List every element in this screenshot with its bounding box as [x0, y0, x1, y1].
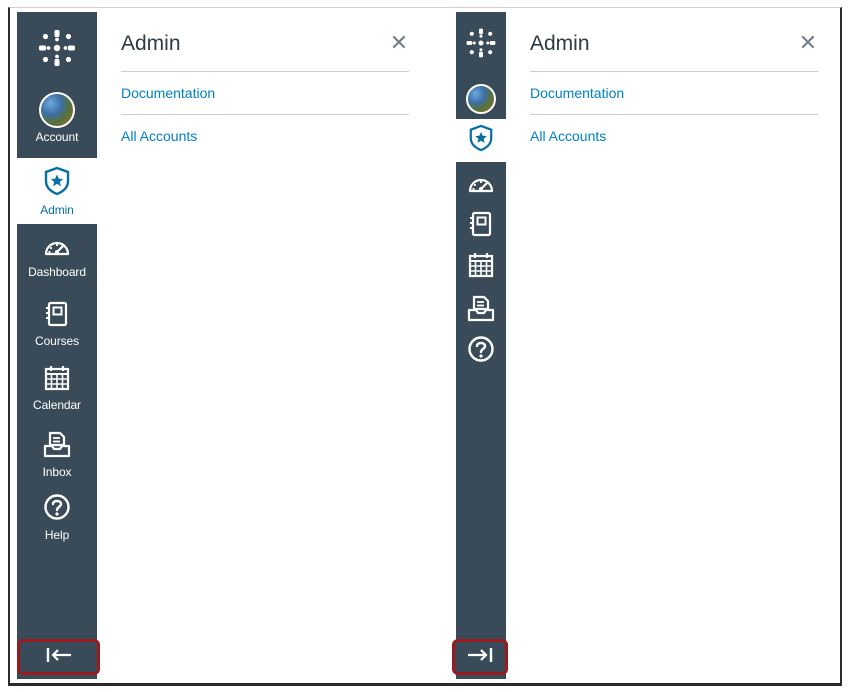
calendar-icon — [468, 252, 494, 283]
nav-item-account[interactable]: Account — [17, 92, 97, 158]
nav-item-help[interactable]: Help — [17, 493, 97, 555]
nav-label-calendar: Calendar — [33, 398, 81, 412]
all-accounts-link[interactable]: All Accounts — [121, 115, 409, 158]
avatar — [39, 92, 75, 128]
speedometer-icon — [43, 236, 71, 263]
nav-item-admin[interactable]: Admin — [17, 158, 97, 224]
tray-link-list: Documentation All Accounts — [121, 71, 409, 158]
speedometer-icon — [467, 173, 495, 200]
shield-star-icon — [43, 166, 71, 201]
expand-nav-button[interactable] — [452, 639, 508, 675]
nav-label-inbox: Inbox — [42, 465, 72, 479]
courses-book-icon — [468, 211, 494, 242]
close-icon[interactable]: ✕ — [798, 30, 818, 56]
tray-title: Admin — [530, 32, 590, 55]
nav-item-courses[interactable] — [456, 211, 506, 241]
courses-book-icon — [44, 301, 70, 332]
nav-item-inbox[interactable] — [456, 295, 506, 325]
global-nav-collapsed — [456, 12, 506, 679]
nav-item-help[interactable] — [456, 335, 506, 368]
nav-item-dashboard[interactable] — [456, 172, 506, 200]
tray-title: Admin — [121, 32, 181, 55]
documentation-link[interactable]: Documentation — [121, 72, 409, 115]
nav-label-admin: Admin — [40, 203, 74, 217]
help-question-icon — [467, 335, 495, 368]
inbox-icon — [43, 430, 71, 463]
global-nav-expanded: Account Admin Dashboard Courses Calendar… — [17, 12, 97, 679]
nav-item-courses[interactable]: Courses — [17, 301, 97, 363]
nav-item-calendar[interactable] — [456, 252, 506, 282]
collapse-arrow-icon — [45, 646, 73, 669]
nav-item-dashboard[interactable]: Dashboard — [17, 236, 97, 298]
nav-label-help: Help — [44, 528, 70, 542]
admin-tray: Admin ✕ Documentation All Accounts — [121, 28, 409, 158]
nav-label-courses: Courses — [35, 334, 79, 348]
canvas-logo-icon[interactable] — [17, 12, 97, 84]
calendar-icon — [44, 365, 70, 396]
nav-item-inbox[interactable]: Inbox — [17, 430, 97, 492]
collapse-nav-button[interactable] — [17, 639, 100, 675]
expand-arrow-icon — [466, 646, 494, 669]
avatar — [466, 84, 496, 114]
all-accounts-link[interactable]: All Accounts — [530, 115, 818, 158]
admin-tray: Admin ✕ Documentation All Accounts — [530, 28, 818, 158]
tray-link-list: Documentation All Accounts — [530, 71, 818, 158]
nav-item-account[interactable] — [456, 80, 506, 118]
shield-star-icon — [468, 124, 494, 157]
nav-label-account: Account — [35, 130, 79, 144]
close-icon[interactable]: ✕ — [389, 30, 409, 56]
inbox-icon — [467, 294, 495, 327]
documentation-link[interactable]: Documentation — [530, 72, 818, 115]
nav-item-calendar[interactable]: Calendar — [17, 365, 97, 427]
nav-item-admin[interactable] — [456, 119, 506, 162]
nav-label-dashboard: Dashboard — [28, 265, 86, 279]
canvas-logo-icon[interactable] — [456, 12, 506, 74]
help-question-icon — [43, 493, 71, 526]
